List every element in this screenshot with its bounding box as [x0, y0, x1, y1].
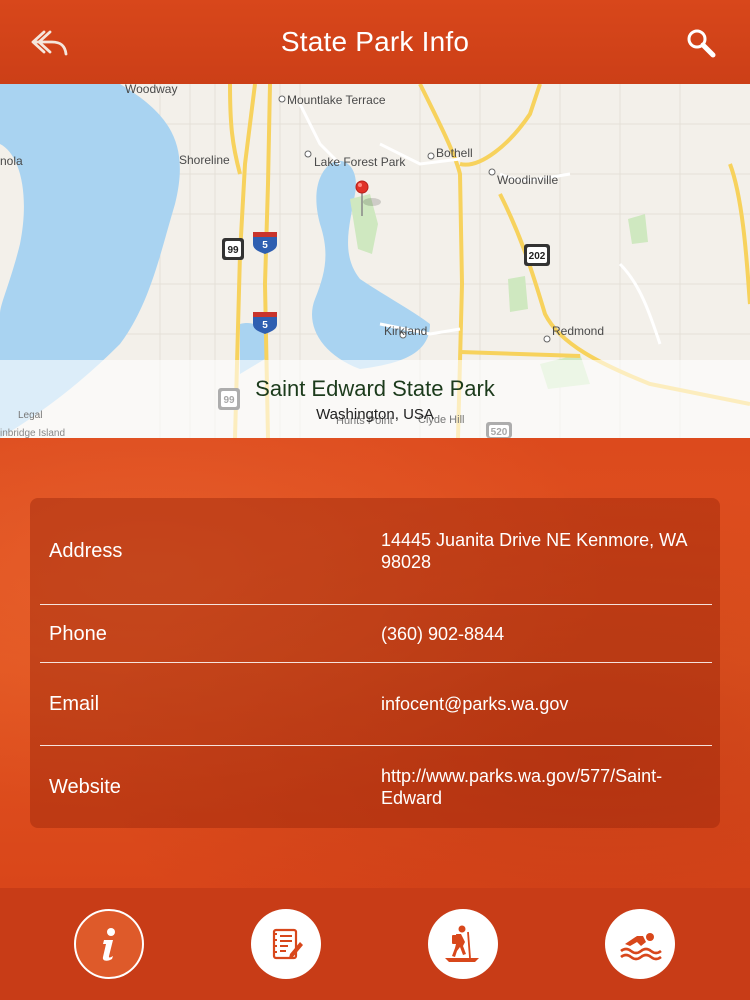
map-label-shoreline: Shoreline [179, 153, 230, 167]
map-label-bothell: Bothell [436, 146, 473, 160]
map-label-bainbridge: inbridge Island [0, 428, 66, 438]
info-label: Website [49, 776, 121, 798]
park-name: Saint Edward State Park [255, 376, 495, 401]
page-title: State Park Info [280, 26, 470, 57]
map-label-kirkland: Kirkland [384, 324, 428, 338]
tab-hiking[interactable] [428, 909, 498, 979]
hiking-icon [445, 925, 479, 962]
info-label: Phone [49, 623, 107, 645]
svg-text:5: 5 [262, 240, 268, 251]
map-label-mountlake-terrace: Mountlake Terrace [287, 93, 386, 107]
svg-text:5: 5 [262, 320, 268, 331]
svg-text:99: 99 [227, 245, 239, 256]
swimming-icon [620, 933, 662, 961]
info-value-address[interactable]: 14445 Juanita Drive NE Kenmore, WA 98028 [381, 529, 701, 573]
back-button[interactable] [28, 24, 72, 60]
tab-swimming[interactable] [605, 909, 675, 979]
info-row-phone: Phone (360) 902-8844 [30, 605, 720, 662]
tab-info[interactable] [74, 909, 144, 979]
bottom-tab-bar [0, 888, 750, 1000]
info-value-email[interactable]: infocent@parks.wa.gov [381, 693, 701, 715]
map-caption: Hunts Point Clyde Hill inbridge Island S… [0, 360, 750, 438]
tab-notes[interactable] [251, 909, 321, 979]
park-info-card: Address 14445 Juanita Drive NE Kenmore, … [30, 498, 720, 828]
map-legal-link[interactable]: Legal [18, 410, 42, 421]
back-arrow-icon [31, 30, 68, 56]
info-value-phone[interactable]: (360) 902-8844 [381, 623, 701, 645]
map-label-nola: nola [0, 154, 23, 168]
park-region: Washington, USA [316, 406, 434, 423]
app-header: State Park Info [0, 0, 750, 84]
search-button[interactable] [684, 26, 720, 62]
svg-text:202: 202 [529, 251, 546, 262]
info-value-website[interactable]: http://www.parks.wa.gov/577/Saint-Edward [381, 765, 701, 809]
park-map[interactable]: 99 5 5 202 99 520 Woodway Mountlake Terr… [0, 84, 750, 438]
map-label-woodway: Woodway [125, 84, 178, 96]
notes-icon [272, 928, 303, 960]
map-label-lake-forest-park: Lake Forest Park [314, 155, 406, 169]
map-label-redmond: Redmond [552, 324, 605, 338]
info-row-website: Website http://www.parks.wa.gov/577/Sain… [30, 746, 720, 828]
info-icon [102, 928, 115, 961]
map-label-woodinville: Woodinville [497, 173, 559, 187]
info-label: Email [49, 693, 100, 715]
info-row-address: Address 14445 Juanita Drive NE Kenmore, … [30, 498, 720, 604]
info-label: Address [49, 540, 123, 562]
info-row-email: Email infocent@parks.wa.gov [30, 663, 720, 745]
search-icon [687, 29, 716, 58]
